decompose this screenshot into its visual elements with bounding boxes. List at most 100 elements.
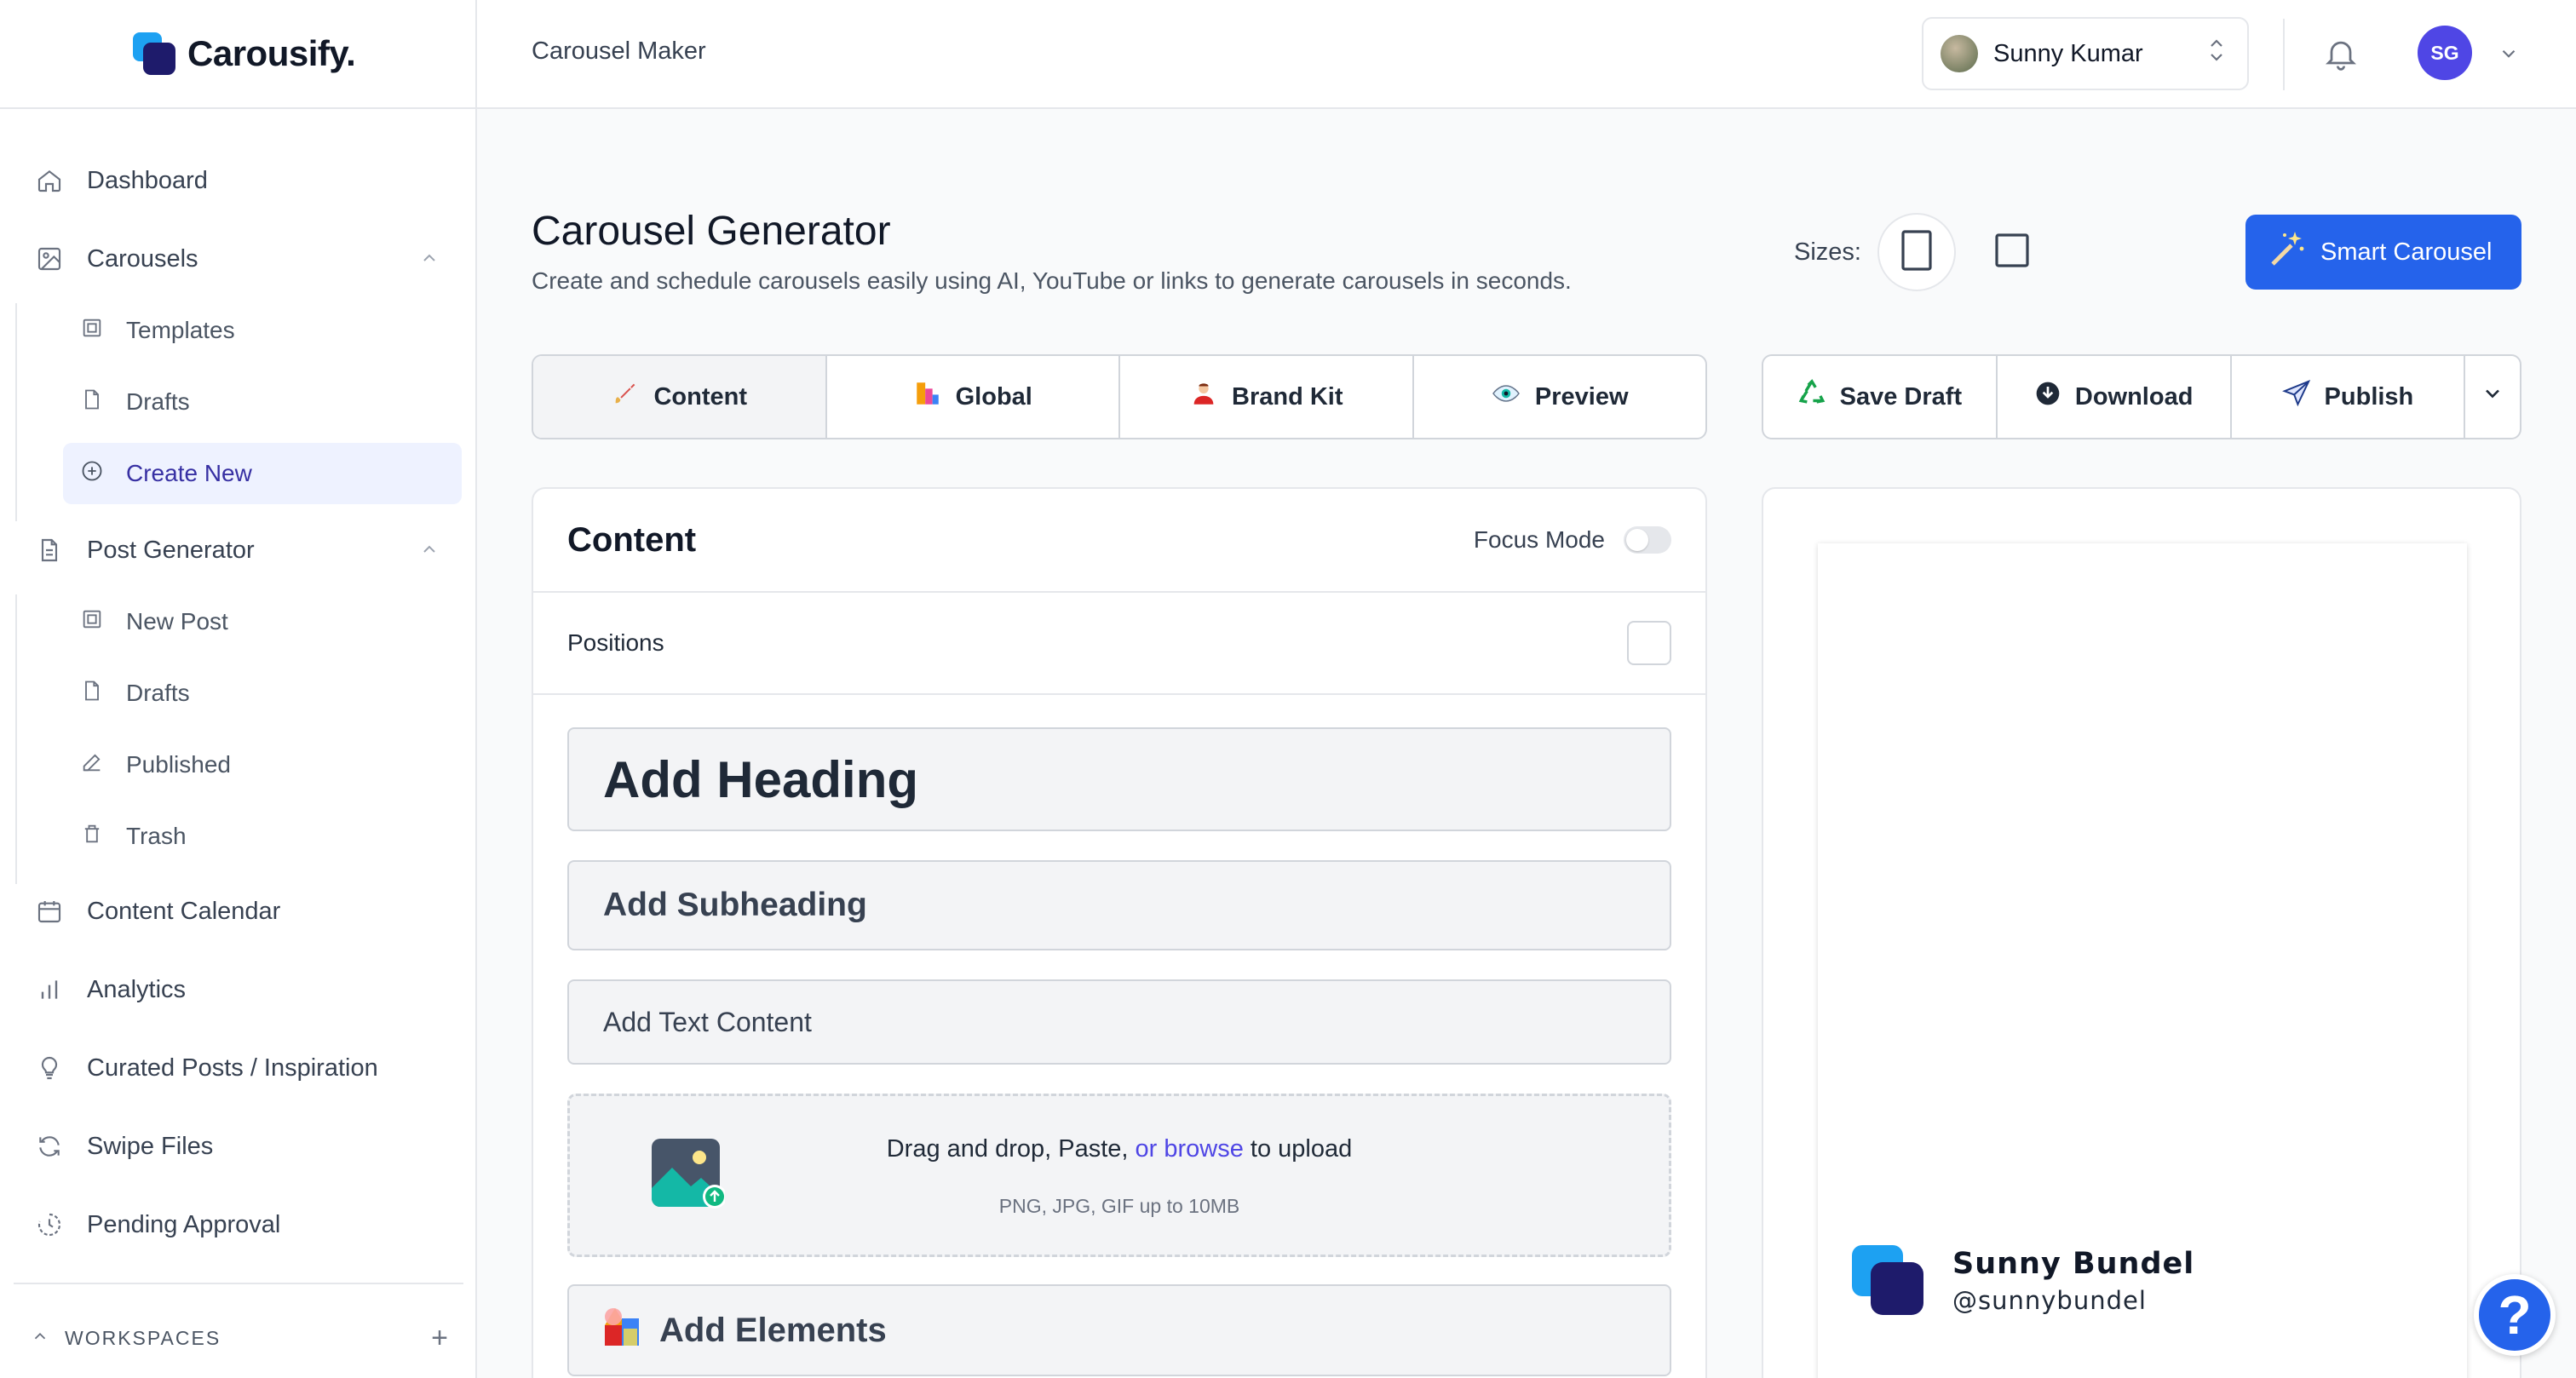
size-square-button[interactable] [1973,213,2051,291]
sidebar-item-swipe-files[interactable]: Swipe Files [34,1116,460,1177]
sidebar-item-create-new[interactable]: Create New [63,443,462,504]
chevron-down-icon [2481,382,2504,412]
chevron-up-icon[interactable] [419,247,440,275]
browse-link[interactable]: or browse [1136,1135,1244,1163]
chevron-up-down-icon [2206,37,2227,71]
workspaces-section[interactable]: WORKSPACES + [31,1322,448,1355]
sidebar-item-post-generator[interactable]: Post Generator [34,520,460,581]
sidebar-item-label: Content Calendar [87,897,281,925]
avatar[interactable]: SG [2418,26,2472,80]
logo[interactable]: Carousify. [0,0,475,109]
eye-icon [1491,378,1521,416]
submenu-line [15,303,17,521]
sidebar: Carousify. Dashboard Carousels Templates… [0,0,477,1378]
size-portrait-button[interactable] [1877,213,1956,291]
positions-checkbox[interactable] [1627,621,1671,665]
top-header: Carousel Maker Sunny Kumar SG [477,0,2576,109]
document-icon [80,679,104,709]
divider [2283,19,2285,90]
sidebar-item-label: Pending Approval [87,1210,281,1238]
sidebar-item-new-post[interactable]: New Post [63,591,462,652]
action-bar: Save Draft Download Publish [1762,354,2521,439]
sidebar-item-analytics[interactable]: Analytics [34,959,460,1020]
carousel-slide-preview[interactable]: Sunny Bundel @sunnybundel [1818,543,2467,1378]
publish-button[interactable]: Publish [2232,356,2466,438]
text-content-input[interactable]: Add Text Content [567,979,1671,1065]
sidebar-item-published[interactable]: Published [63,734,462,795]
sidebar-item-dashboard[interactable]: Dashboard [34,150,460,211]
upload-instructions: Drag and drop, Paste, or browse to uploa… [570,1135,1669,1163]
file-text-icon [34,535,65,566]
publish-label: Publish [2324,382,2414,411]
sidebar-item-post-drafts[interactable]: Drafts [63,663,462,724]
lightbulb-icon [34,1053,65,1083]
tab-content[interactable]: Content [533,356,827,438]
tab-label: Content [653,382,748,411]
refresh-icon [34,1131,65,1162]
sidebar-item-label: Analytics [87,975,187,1003]
help-button[interactable]: ? [2474,1274,2556,1356]
plus-circle-icon [80,459,104,489]
subheading-input[interactable]: Add Subheading [567,860,1671,950]
sidebar-item-label: Published [126,751,231,778]
bell-icon[interactable] [2322,34,2360,78]
shapes-icon [601,1305,646,1356]
template-icon [80,607,104,637]
save-draft-button[interactable]: Save Draft [1763,356,1998,438]
breadcrumb: Carousel Maker [532,37,706,65]
tab-label: Brand Kit [1232,382,1343,411]
divider [14,1283,463,1284]
heading-input[interactable]: Add Heading [567,727,1671,831]
smart-carousel-label: Smart Carousel [2320,238,2493,266]
sidebar-item-label: Drafts [126,680,190,706]
download-button[interactable]: Download [1998,356,2232,438]
focus-mode-label: Focus Mode [1473,526,1605,553]
account-switcher[interactable]: Sunny Kumar [1922,17,2249,90]
sidebar-item-label: Trash [126,823,187,849]
chevron-down-icon[interactable] [2498,43,2520,69]
focus-mode-toggle[interactable] [1624,526,1671,554]
bar-chart-icon [34,974,65,1005]
sidebar-item-carousels[interactable]: Carousels [34,228,460,290]
magic-wand-icon [2268,228,2309,276]
sidebar-item-label: Dashboard [87,166,208,194]
document-icon [80,388,104,417]
tab-global[interactable]: Global [827,356,1120,438]
brand-logo-icon [1852,1245,1923,1317]
paintbrush-icon [611,379,640,415]
download-label: Download [2074,382,2194,411]
upload-text: Drag and drop, Paste, [886,1135,1136,1163]
sidebar-item-content-calendar[interactable]: Content Calendar [34,881,460,942]
sidebar-item-trash[interactable]: Trash [63,806,462,867]
pencil-icon [80,750,104,780]
tab-preview[interactable]: Preview [1414,356,1706,438]
save-draft-label: Save Draft [1839,382,1963,411]
add-workspace-icon[interactable]: + [431,1322,448,1355]
smart-carousel-button[interactable]: Smart Carousel [2245,215,2521,290]
sidebar-item-templates[interactable]: Templates [63,300,462,361]
tab-label: Global [955,382,1032,411]
sidebar-item-pending-approval[interactable]: Pending Approval [34,1194,460,1255]
add-elements-label: Add Elements [659,1311,887,1349]
sidebar-item-label: Curated Posts / Inspiration [87,1054,378,1082]
template-icon [80,316,104,346]
slide-brand-footer: Sunny Bundel @sunnybundel [1852,1245,2194,1317]
sidebar-item-curated-posts[interactable]: Curated Posts / Inspiration [34,1037,460,1099]
positions-label: Positions [567,629,664,656]
content-panel: Content Focus Mode Positions Add Heading… [532,487,1707,1378]
image-upload-dropzone[interactable]: Drag and drop, Paste, or browse to uploa… [567,1094,1671,1257]
content-panel-header: Content Focus Mode [533,489,1705,593]
portrait-icon [1900,228,1934,277]
upload-text-end: to upload [1243,1135,1353,1163]
sidebar-item-carousel-drafts[interactable]: Drafts [63,371,462,433]
chevron-up-icon[interactable] [419,538,440,566]
home-icon [34,165,65,196]
add-elements-button[interactable]: Add Elements [567,1284,1671,1376]
sizes-label: Sizes: [1794,238,1861,266]
more-actions-button[interactable] [2465,356,2520,438]
tab-brand-kit[interactable]: Brand Kit [1120,356,1414,438]
brand-name: Sunny Bundel [1952,1247,2195,1281]
sidebar-item-label: New Post [126,608,228,634]
brand-info: Sunny Bundel @sunnybundel [1952,1247,2194,1315]
tab-label: Preview [1534,382,1629,411]
